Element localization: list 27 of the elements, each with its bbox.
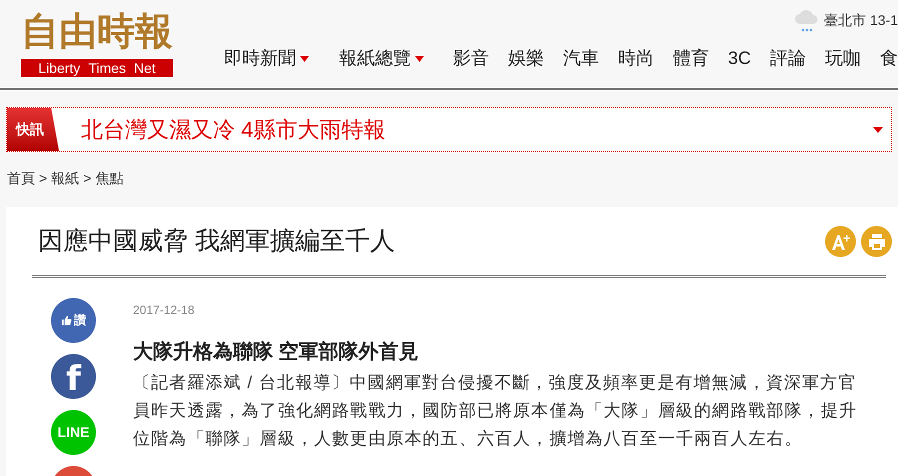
weather-text: 臺北市 13-1 bbox=[824, 10, 898, 30]
nav-link[interactable]: 體育 bbox=[673, 45, 709, 72]
facebook-share-button[interactable]: f bbox=[51, 354, 96, 398]
article-title: 因應中國威脅 我網軍擴編至千人 bbox=[38, 226, 395, 257]
nav-link[interactable]: 汽車 bbox=[563, 45, 599, 72]
nav-link[interactable]: 食 bbox=[880, 45, 898, 72]
nav-link[interactable]: 3C bbox=[728, 45, 752, 72]
nav-link[interactable]: 時尚 bbox=[618, 45, 654, 72]
site-logo[interactable]: 自由時報 Liberty Times Net bbox=[21, 8, 173, 88]
nav-link[interactable]: 影音 bbox=[453, 45, 489, 72]
breadcrumb-link[interactable]: 首頁 bbox=[7, 168, 35, 189]
breaking-news-bar[interactable]: 快訊 北台灣又濕又冷 4縣市大雨特報 bbox=[6, 107, 892, 152]
breadcrumb-separator: > bbox=[39, 169, 48, 188]
article-body: 〔記者羅添斌 / 台北報導〕中國網軍對台侵擾不斷，強度及頻率更是有增無減，資深軍方官員昨天透露，為了強化網路戰戰力，國防部已將原本僅為「大隊」層級的網路戰部隊，提升位階為「聯隊」層級，人數更由原本的五、六百人，擴增為八百至一千兩百人左右。 bbox=[133, 372, 858, 450]
breadcrumb-link[interactable]: 焦點 bbox=[95, 168, 124, 189]
breaking-tag: 快訊 bbox=[7, 108, 59, 151]
article-subtitle: 大隊升格為聯隊 空軍部隊外首見 bbox=[133, 340, 420, 364]
nav-link[interactable]: 評論 bbox=[770, 45, 806, 72]
breadcrumb-separator: > bbox=[83, 169, 92, 188]
nav-link[interactable]: 玩咖 bbox=[825, 45, 862, 72]
breaking-headline[interactable]: 北台灣又濕又冷 4縣市大雨特報 bbox=[81, 113, 873, 146]
nav-link[interactable]: 娛樂 bbox=[508, 45, 544, 72]
nav-link[interactable]: 即時新聞 bbox=[224, 45, 309, 72]
nav-link[interactable]: 報紙總覽 bbox=[339, 45, 424, 72]
like-button[interactable]: 讚 bbox=[51, 298, 96, 342]
breadcrumb-link[interactable]: 報紙 bbox=[51, 168, 80, 189]
article-date: 2017-12-18 bbox=[133, 302, 196, 318]
